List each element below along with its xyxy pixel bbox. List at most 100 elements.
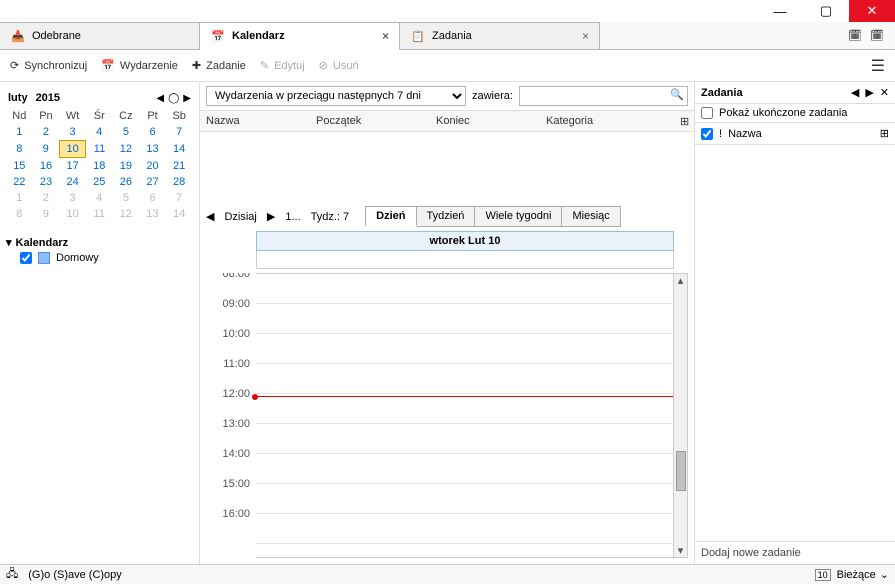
- today-date-icon[interactable]: 10: [815, 569, 831, 581]
- close-icon[interactable]: ×: [382, 29, 389, 43]
- add-task-input[interactable]: Dodaj nowe zadanie: [695, 541, 895, 564]
- calendar-day[interactable]: 13: [139, 206, 166, 222]
- tool-icon-1[interactable]: 🗓: [847, 28, 863, 44]
- calendar-day[interactable]: 22: [6, 174, 33, 190]
- view-tab-wiele-tygodni[interactable]: Wiele tygodni: [475, 206, 562, 227]
- col-end[interactable]: Koniec: [430, 115, 540, 127]
- range-select[interactable]: Wydarzenia w przeciągu następnych 7 dni: [206, 86, 466, 106]
- calendar-day[interactable]: 12: [113, 206, 140, 222]
- calendar-day[interactable]: 3: [59, 124, 86, 141]
- calendar-day[interactable]: 5: [113, 124, 140, 141]
- hour-slot[interactable]: 16:00: [256, 514, 673, 544]
- sync-button[interactable]: ⟳ Synchronizuj: [10, 59, 87, 72]
- col-category[interactable]: Kategoria: [540, 115, 674, 127]
- hours-grid[interactable]: 08:0009:0010:0011:0012:0013:0014:0015:00…: [256, 273, 674, 558]
- tasks-select-all[interactable]: [701, 128, 713, 140]
- calendar-day[interactable]: 1: [6, 190, 33, 206]
- tab-calendar[interactable]: 📅 Kalendarz ×: [200, 22, 400, 50]
- calendar-day[interactable]: 23: [33, 174, 60, 190]
- hour-slot[interactable]: 14:00: [256, 454, 673, 484]
- hour-slot[interactable]: 15:00: [256, 484, 673, 514]
- prev-icon[interactable]: ◀: [851, 86, 859, 99]
- delete-button[interactable]: ⊘ Usuń: [319, 59, 359, 72]
- calendar-day[interactable]: 20: [139, 158, 166, 175]
- hour-slot[interactable]: 10:00: [256, 334, 673, 364]
- calendar-day[interactable]: 27: [139, 174, 166, 190]
- calendar-day[interactable]: 5: [113, 190, 140, 206]
- prev-day-icon[interactable]: ◀: [206, 210, 214, 223]
- hour-slot[interactable]: 11:00: [256, 364, 673, 394]
- calendar-day[interactable]: 6: [139, 124, 166, 141]
- hour-slot[interactable]: 09:00: [256, 304, 673, 334]
- calendar-day[interactable]: 26: [113, 174, 140, 190]
- view-tab-dzień[interactable]: Dzień: [365, 206, 416, 227]
- calendar-day[interactable]: 15: [6, 158, 33, 175]
- view-tab-miesiąc[interactable]: Miesiąc: [562, 206, 620, 227]
- column-picker-icon[interactable]: ⊞: [674, 115, 694, 128]
- calendar-day[interactable]: 2: [33, 124, 60, 141]
- day-number[interactable]: 1...: [285, 211, 300, 223]
- calendar-day[interactable]: 18: [86, 158, 113, 175]
- calendar-tree-header[interactable]: ▾ Kalendarz: [6, 236, 193, 249]
- edit-button[interactable]: ✎ Edytuj: [260, 59, 305, 72]
- calendar-day[interactable]: 12: [113, 141, 140, 158]
- calendar-day[interactable]: 7: [166, 190, 193, 206]
- calendar-checkbox[interactable]: [20, 252, 32, 264]
- col-name[interactable]: Nazwa: [200, 115, 310, 127]
- window-minimize[interactable]: —: [757, 0, 803, 22]
- calendar-day[interactable]: 8: [6, 141, 33, 158]
- year-label[interactable]: 2015: [36, 92, 60, 104]
- hour-slot[interactable]: 13:00: [256, 424, 673, 454]
- col-start[interactable]: Początek: [310, 115, 430, 127]
- calendar-day[interactable]: 25: [86, 174, 113, 190]
- calendar-day[interactable]: 11: [86, 206, 113, 222]
- tool-icon-2[interactable]: 🗓: [869, 28, 885, 44]
- search-input[interactable]: [519, 86, 688, 106]
- calendar-day[interactable]: 11: [86, 141, 113, 158]
- show-completed-checkbox[interactable]: [701, 107, 713, 119]
- calendar-day[interactable]: 19: [113, 158, 140, 175]
- hour-slot[interactable]: 08:00: [256, 274, 673, 304]
- menu-icon[interactable]: ☰: [871, 56, 885, 76]
- calendar-day[interactable]: 10: [59, 141, 86, 158]
- calendar-day[interactable]: 8: [6, 206, 33, 222]
- scroll-down-icon[interactable]: ▾: [678, 544, 684, 557]
- calendar-day[interactable]: 24: [59, 174, 86, 190]
- tab-tasks[interactable]: 📋 Zadania ×: [400, 22, 600, 49]
- today-circle-icon[interactable]: ◯: [168, 93, 179, 104]
- calendar-day[interactable]: 28: [166, 174, 193, 190]
- search-icon[interactable]: 🔍: [670, 88, 684, 101]
- calendar-day[interactable]: 9: [33, 206, 60, 222]
- calendar-day[interactable]: 16: [33, 158, 60, 175]
- calendar-day[interactable]: 10: [59, 206, 86, 222]
- all-day-slot[interactable]: [256, 251, 674, 269]
- calendar-day[interactable]: 2: [33, 190, 60, 206]
- new-task-button[interactable]: ✚ Zadanie: [192, 59, 246, 72]
- calendar-day[interactable]: 14: [166, 141, 193, 158]
- scrollbar[interactable]: ▴ ▾: [674, 273, 688, 558]
- calendar-day[interactable]: 13: [139, 141, 166, 158]
- window-close[interactable]: ✕: [849, 0, 895, 22]
- window-maximize[interactable]: ▢: [803, 0, 849, 22]
- calendar-day[interactable]: 9: [33, 141, 60, 158]
- calendar-day[interactable]: 14: [166, 206, 193, 222]
- close-panel-icon[interactable]: ✕: [880, 86, 889, 99]
- calendar-item-home[interactable]: Domowy: [6, 249, 193, 267]
- month-label[interactable]: luty: [8, 92, 28, 104]
- tab-inbox[interactable]: 📥 Odebrane: [0, 22, 200, 49]
- calendar-day[interactable]: 21: [166, 158, 193, 175]
- view-tab-tydzień[interactable]: Tydzień: [417, 206, 476, 227]
- new-event-button[interactable]: 📅 Wydarzenie: [101, 59, 178, 72]
- next-icon[interactable]: ▶: [865, 86, 873, 99]
- close-icon[interactable]: ×: [582, 29, 589, 43]
- col-task-name[interactable]: Nazwa: [728, 128, 874, 140]
- prev-month-icon[interactable]: ◀: [156, 93, 164, 104]
- column-picker-icon[interactable]: ⊞: [880, 127, 889, 140]
- today-button[interactable]: Dzisiaj: [224, 211, 256, 223]
- calendar-day[interactable]: 1: [6, 124, 33, 141]
- next-day-icon[interactable]: ▶: [267, 210, 275, 223]
- calendar-day[interactable]: 17: [59, 158, 86, 175]
- view-mode-dropdown[interactable]: Bieżące ⌄: [837, 568, 889, 581]
- hour-slot[interactable]: 12:00: [256, 394, 673, 424]
- priority-icon[interactable]: !: [719, 128, 722, 140]
